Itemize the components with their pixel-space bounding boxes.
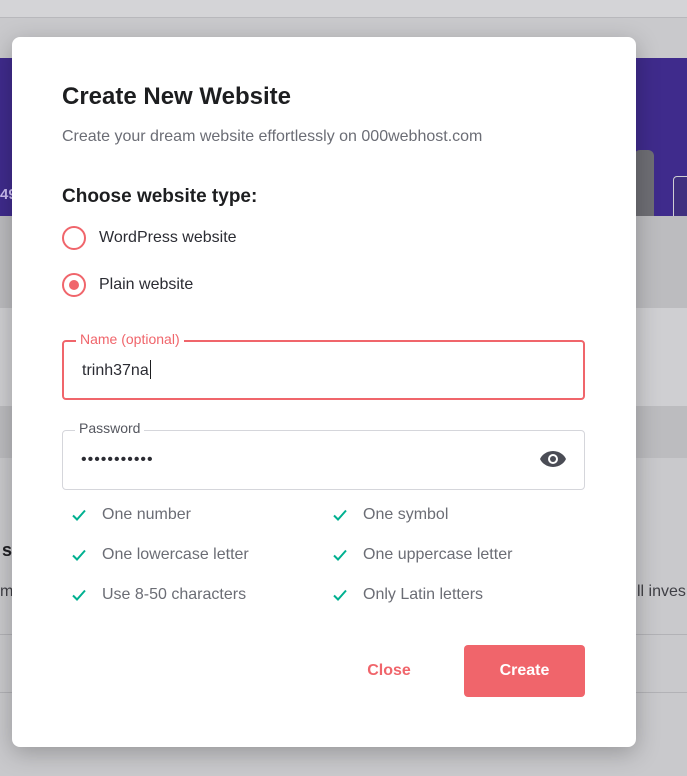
text-caret [149, 360, 151, 379]
name-field-label: Name (optional) [76, 331, 184, 347]
create-button[interactable]: Create [464, 645, 585, 697]
create-website-dialog: Create New Website Create your dream web… [12, 37, 636, 747]
password-field[interactable]: Password ••••••••••• [62, 420, 585, 490]
background-heading: s [2, 540, 13, 560]
requirement-item: Use 8-50 characters [71, 586, 246, 604]
check-icon [72, 549, 86, 561]
requirement-label: One uppercase letter [363, 546, 513, 563]
radio-label: WordPress website [99, 229, 237, 246]
eye-icon-graphic [540, 451, 566, 467]
check-icon [333, 509, 347, 521]
background-topbar [0, 0, 687, 18]
password-field-label: Password [75, 420, 145, 436]
requirement-item: One uppercase letter [332, 546, 512, 564]
radio-plain-website[interactable]: Plain website [62, 273, 193, 297]
name-input[interactable]: trinh37na [82, 360, 151, 380]
close-button[interactable]: Close [344, 645, 434, 697]
requirement-item: One lowercase letter [71, 546, 249, 564]
name-field[interactable]: Name (optional) trinh37na [62, 331, 585, 400]
radio-label: Plain website [99, 276, 194, 293]
radio-button-checked[interactable] [62, 273, 86, 297]
check-icon [72, 509, 86, 521]
name-input-value: trinh37na [82, 362, 149, 379]
requirement-label: Use 8-50 characters [102, 586, 247, 603]
requirement-label: One symbol [363, 506, 449, 523]
dialog-subtitle: Create your dream website effortlessly o… [62, 128, 483, 145]
password-input[interactable]: ••••••••••• [81, 451, 154, 469]
check-icon [333, 549, 347, 561]
dialog-title: Create New Website [62, 83, 291, 110]
check-icon [72, 589, 86, 601]
radio-button-unchecked[interactable] [62, 226, 86, 250]
requirement-label: Only Latin letters [363, 586, 484, 603]
requirement-item: One symbol [332, 506, 448, 524]
requirement-label: One lowercase letter [102, 546, 249, 563]
radio-wordpress-website[interactable]: WordPress website [62, 226, 237, 250]
requirement-label: One number [102, 506, 191, 523]
website-type-heading: Choose website type: [62, 186, 258, 207]
background-text-right: ll inves [637, 583, 686, 600]
requirement-item: One number [71, 506, 191, 524]
requirement-item: Only Latin letters [332, 586, 483, 604]
eye-icon[interactable] [538, 447, 568, 471]
check-icon [333, 589, 347, 601]
